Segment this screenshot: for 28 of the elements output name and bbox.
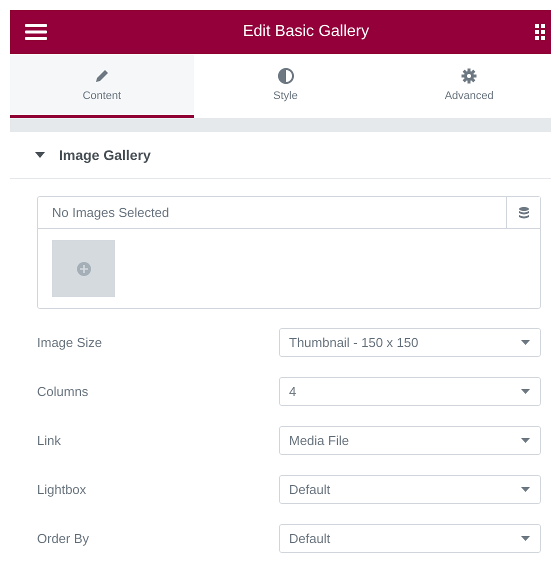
- plus-icon: [76, 262, 90, 276]
- field-label: Lightbox: [37, 482, 86, 497]
- field-label: Link: [37, 433, 61, 448]
- menu-icon[interactable]: [25, 24, 47, 40]
- caret-down-icon: [521, 487, 530, 492]
- panel-title: Edit Basic Gallery: [242, 23, 370, 41]
- caret-down-icon: [521, 389, 530, 394]
- section-header[interactable]: Image Gallery: [10, 132, 551, 179]
- gallery-status: No Images Selected: [51, 204, 170, 222]
- select-field[interactable]: Media File: [279, 426, 541, 455]
- caret-down-icon: [521, 438, 530, 443]
- caret-down-icon: [521, 536, 530, 541]
- grid-icon[interactable]: [535, 24, 545, 40]
- database-button[interactable]: [506, 197, 540, 228]
- contrast-icon: [278, 68, 294, 84]
- select-field[interactable]: Default: [279, 524, 541, 553]
- section-title: Image Gallery: [59, 147, 151, 163]
- pencil-icon: [94, 68, 110, 84]
- gear-icon: [461, 68, 478, 84]
- select-field[interactable]: Default: [279, 475, 541, 504]
- field-label: Columns: [37, 384, 88, 399]
- field-label: Image Size: [37, 335, 102, 350]
- field-label: Order By: [37, 531, 90, 546]
- select-field[interactable]: Thumbnail - 150 x 150: [279, 328, 541, 357]
- database-icon: [518, 206, 528, 218]
- caret-down-icon: [521, 340, 530, 345]
- tab[interactable]: Content: [10, 54, 194, 118]
- select-field[interactable]: 4: [279, 377, 541, 406]
